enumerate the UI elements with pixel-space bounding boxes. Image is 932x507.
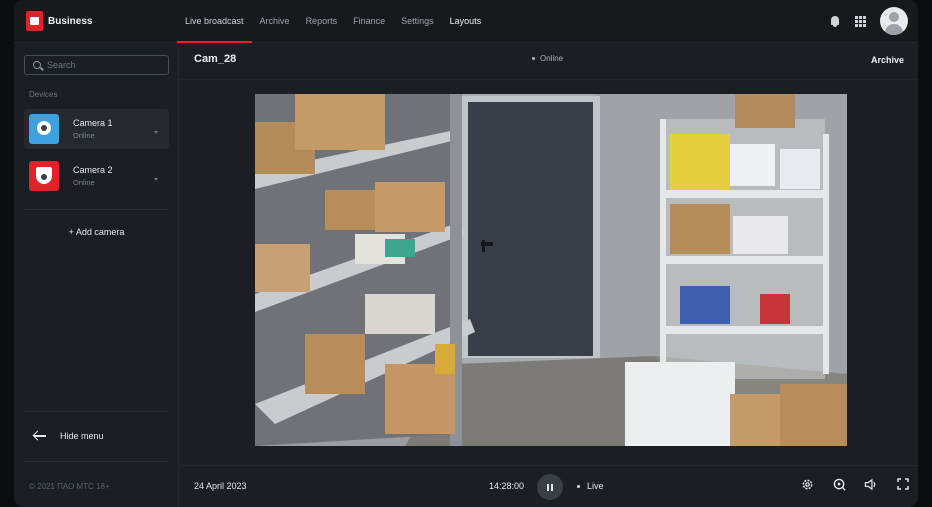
hide-menu-label: Hide menu — [60, 431, 104, 441]
zoom-icon[interactable] — [832, 477, 846, 491]
nav-archive[interactable]: Archive — [252, 0, 298, 43]
divider — [179, 79, 918, 80]
pause-button[interactable] — [537, 474, 563, 500]
brand[interactable]: Business — [26, 11, 92, 31]
fullscreen-icon[interactable] — [896, 477, 910, 491]
hide-menu-button[interactable]: Hide menu — [34, 431, 104, 441]
device-status: Online — [73, 131, 95, 140]
device-name: Camera 1 — [73, 118, 113, 128]
brand-name: Business — [48, 15, 93, 27]
live-dot-icon — [577, 484, 580, 488]
divider — [24, 411, 169, 412]
device-name: Camera 2 — [73, 165, 113, 175]
nav-live-broadcast[interactable]: Live broadcast — [177, 0, 252, 43]
camera-dome-icon — [37, 121, 51, 135]
video-feed[interactable] — [255, 94, 847, 446]
main-nav: Live broadcast Archive Reports Finance S… — [177, 0, 489, 43]
divider — [179, 465, 918, 466]
live-label: Live — [587, 481, 604, 491]
settings-icon[interactable] — [800, 477, 814, 491]
sidebar: Devices Camera 1 Online Camera 2 Online … — [14, 43, 179, 507]
player-controls — [800, 477, 910, 491]
camera-status: Online — [532, 54, 563, 63]
mts-logo-icon — [26, 11, 43, 31]
camera-frame-image — [255, 94, 847, 446]
devices-label: Devices — [29, 90, 58, 99]
nav-finance[interactable]: Finance — [345, 0, 393, 43]
add-camera-button[interactable]: + Add camera — [14, 227, 179, 237]
divider — [24, 461, 169, 462]
header-actions — [829, 7, 908, 35]
archive-button[interactable]: Archive — [871, 55, 904, 65]
live-button[interactable]: Live — [577, 481, 604, 491]
top-bar: Business Live broadcast Archive Reports … — [14, 0, 918, 43]
device-status: Online — [73, 178, 95, 187]
device-item-camera-2[interactable]: Camera 2 Online — [24, 156, 169, 196]
nav-settings[interactable]: Settings — [393, 0, 442, 43]
volume-icon[interactable] — [864, 477, 878, 491]
bell-icon[interactable] — [829, 15, 841, 28]
chevron-down-icon[interactable] — [154, 131, 158, 134]
user-avatar[interactable] — [880, 7, 908, 35]
chevron-down-icon[interactable] — [154, 178, 158, 181]
app-window: Business Live broadcast Archive Reports … — [14, 0, 918, 507]
status-label: Online — [540, 54, 564, 63]
apps-grid-icon[interactable] — [855, 15, 866, 27]
copyright: © 2021 ПАО МТС 18+ — [29, 482, 110, 491]
device-thumb — [29, 161, 59, 191]
player-date[interactable]: 24 April 2023 — [194, 481, 247, 491]
nav-reports[interactable]: Reports — [298, 0, 346, 43]
camera-bullet-icon — [36, 167, 52, 184]
nav-layouts[interactable]: Layouts — [442, 0, 490, 43]
divider — [24, 209, 169, 210]
search-icon — [33, 61, 41, 69]
player-time: 14:28:00 — [489, 481, 525, 491]
search-box[interactable] — [24, 55, 169, 75]
status-dot-icon — [532, 57, 535, 60]
pause-icon — [547, 483, 549, 491]
arrow-left-icon — [34, 431, 46, 441]
device-thumb — [29, 114, 59, 144]
device-item-camera-1[interactable]: Camera 1 Online — [24, 109, 169, 149]
main-panel: Cam_28 Online Archive 24 April 2023 14:2… — [179, 43, 918, 507]
search-input[interactable] — [47, 60, 157, 70]
camera-title: Cam_28 — [194, 53, 237, 65]
